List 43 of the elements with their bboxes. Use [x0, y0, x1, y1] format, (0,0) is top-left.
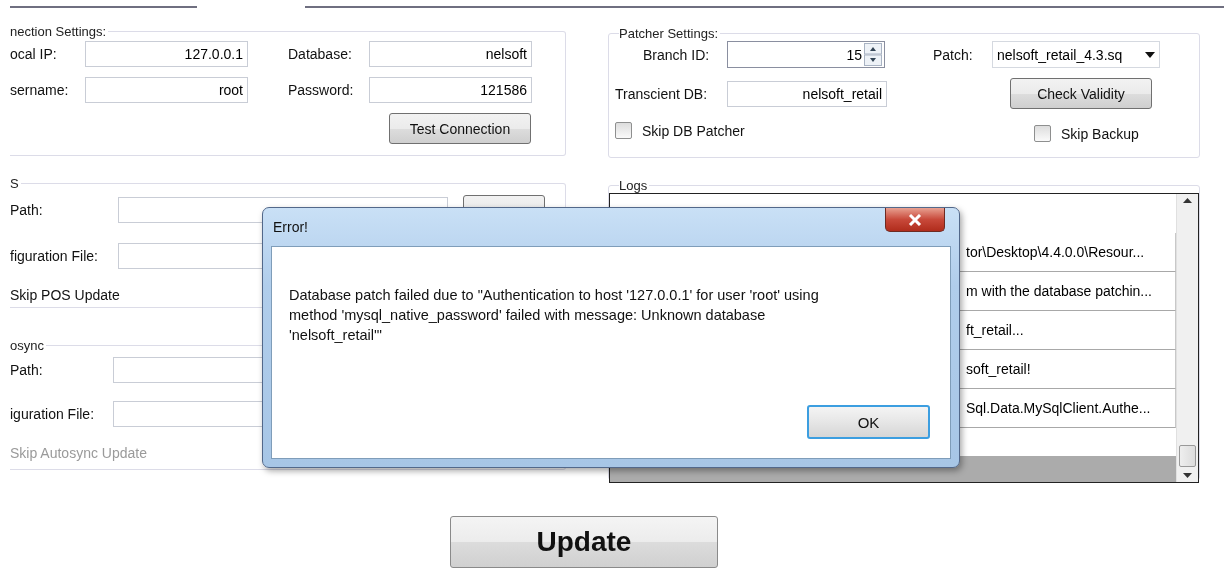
spinner-value: 15: [846, 46, 862, 63]
field-label: Branch ID:: [642, 46, 711, 63]
dropdown-arrow-icon: [1145, 51, 1155, 58]
text-field[interactable]: root: [85, 77, 248, 103]
scrollbar[interactable]: [1176, 194, 1198, 482]
group-title: S: [10, 176, 20, 191]
text-field[interactable]: 127.0.0.1: [85, 41, 248, 67]
group-title: Patcher Settings:: [619, 26, 719, 41]
field-label: sername:: [10, 82, 70, 98]
field-label: Patch:: [933, 46, 974, 63]
dialog-title: Error!: [272, 219, 308, 235]
checkbox-label[interactable]: Skip DB Patcher: [642, 122, 745, 139]
field-label: Transcient DB:: [615, 85, 709, 102]
field-label: Database:: [288, 46, 353, 62]
checkbox[interactable]: [615, 122, 632, 139]
field-label: iguration File:: [10, 406, 96, 422]
field-label: Path:: [10, 362, 44, 378]
field-label: figuration File:: [10, 248, 99, 264]
close-icon: [908, 213, 922, 226]
scroll-thumb[interactable]: [1179, 445, 1196, 467]
test-connection-button[interactable]: Test Connection: [389, 113, 531, 144]
text-field[interactable]: nelsoft_retail: [727, 80, 887, 107]
patch-dropdown[interactable]: nelsoft_retail_4.3.sq: [992, 41, 1160, 68]
ok-button[interactable]: OK: [807, 405, 930, 439]
checkbox[interactable]: [1034, 125, 1051, 142]
text-field[interactable]: 121586: [369, 77, 532, 103]
field-label: ocal IP:: [10, 46, 58, 62]
error-message: Database patch failed due to "Authentication to host '127.0.0.1' for user 'root' using method 'mysql_native_password' failed with message: Unknown database 'nelsoft_retail'": [289, 286, 820, 345]
field-label: Path:: [10, 202, 44, 218]
scroll-down-icon[interactable]: [1183, 473, 1192, 478]
spinner-arrows-icon[interactable]: [864, 43, 882, 66]
close-button[interactable]: [885, 208, 945, 232]
field-label: Password:: [288, 82, 355, 98]
group-title: osync: [10, 338, 45, 353]
group-title: Logs: [619, 178, 649, 193]
checkbox-label[interactable]: Skip Backup: [1061, 125, 1139, 142]
scroll-up-icon[interactable]: [1183, 198, 1192, 203]
text-field[interactable]: nelsoft: [369, 41, 532, 67]
number-spinner[interactable]: 15: [727, 41, 885, 68]
check-validity-button[interactable]: Check Validity: [1010, 78, 1152, 109]
update-button[interactable]: Update: [450, 516, 718, 568]
group-title: nection Settings:: [10, 24, 108, 39]
dropdown-value: nelsoft_retail_4.3.sq: [997, 46, 1123, 63]
